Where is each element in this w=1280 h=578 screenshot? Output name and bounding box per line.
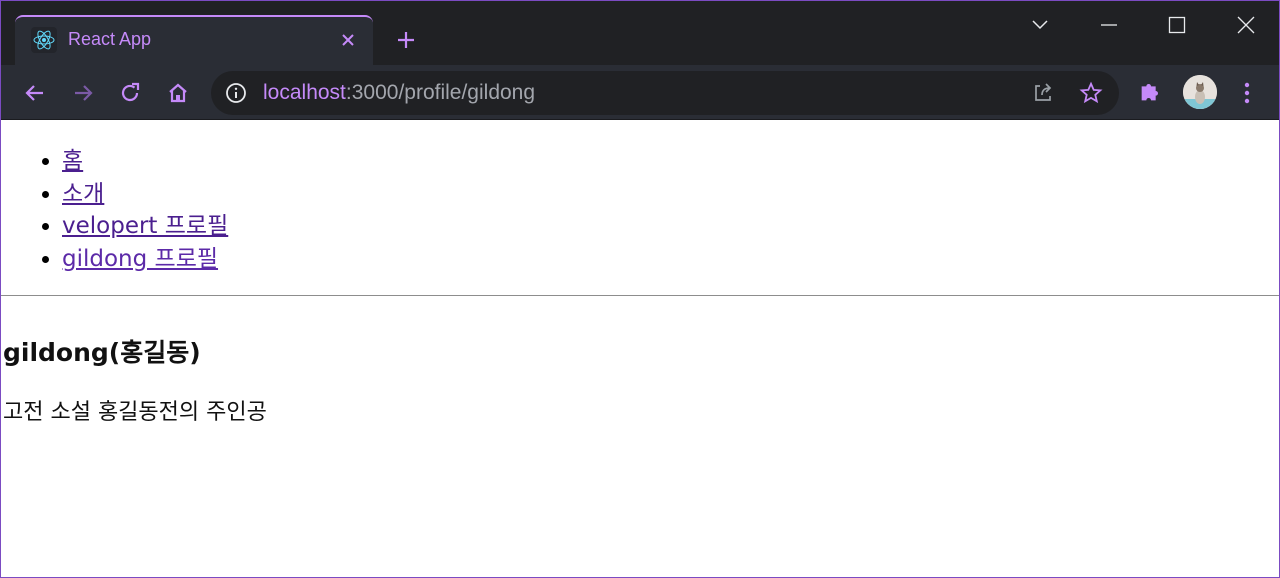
url-host: localhost — [263, 81, 346, 104]
list-item: 홈 — [62, 145, 1279, 178]
browser-toolbar: localhost:3000/profile/gildong — [1, 65, 1279, 120]
divider — [1, 295, 1279, 296]
list-item: velopert 프로필 — [62, 210, 1279, 243]
star-icon[interactable] — [1079, 81, 1105, 107]
url-path: :3000/profile/gildong — [345, 81, 536, 104]
list-item: 소개 — [62, 178, 1279, 211]
nav-link-gildong-profile[interactable]: gildong 프로필 — [62, 246, 218, 272]
minimize-icon[interactable] — [1091, 11, 1127, 39]
browser-window: React App localhost:3000/profile/gildong… — [0, 0, 1280, 578]
share-icon[interactable] — [1031, 81, 1057, 107]
close-icon[interactable] — [1228, 11, 1264, 39]
tab-title: React App — [68, 29, 152, 49]
title-bar: React App — [1, 1, 1279, 65]
nav-link-about[interactable]: 소개 — [62, 181, 104, 207]
url-text[interactable]: localhost:3000/profile/gildong — [263, 81, 535, 105]
arrow-left-icon[interactable] — [20, 78, 50, 108]
arrow-right-icon[interactable] — [68, 78, 98, 108]
tab-react-app[interactable]: React App — [15, 15, 373, 65]
page-content: 홈 소개 velopert 프로필 gildong 프로필 gildong(홍길… — [1, 121, 1279, 577]
react-logo-icon — [31, 27, 57, 53]
puzzle-icon[interactable] — [1137, 77, 1167, 107]
nav-list: 홈 소개 velopert 프로필 gildong 프로필 — [1, 121, 1279, 275]
close-icon[interactable] — [335, 27, 361, 53]
home-icon[interactable] — [163, 78, 193, 108]
info-icon[interactable] — [225, 82, 247, 104]
nav-link-home[interactable]: 홈 — [62, 148, 83, 174]
profile-title: gildong(홍길동) — [3, 338, 201, 367]
address-bar[interactable]: localhost:3000/profile/gildong — [211, 71, 1119, 115]
plus-icon[interactable] — [393, 27, 419, 53]
reload-icon[interactable] — [115, 78, 145, 108]
nav-link-velopert-profile[interactable]: velopert 프로필 — [62, 213, 228, 239]
chevron-down-icon[interactable] — [1022, 11, 1058, 39]
list-item: gildong 프로필 — [62, 243, 1279, 276]
profile-description: 고전 소설 홍길동전의 주인공 — [3, 400, 267, 425]
avatar[interactable] — [1183, 75, 1217, 109]
kebab-icon[interactable] — [1237, 79, 1257, 107]
maximize-icon[interactable] — [1159, 11, 1195, 39]
